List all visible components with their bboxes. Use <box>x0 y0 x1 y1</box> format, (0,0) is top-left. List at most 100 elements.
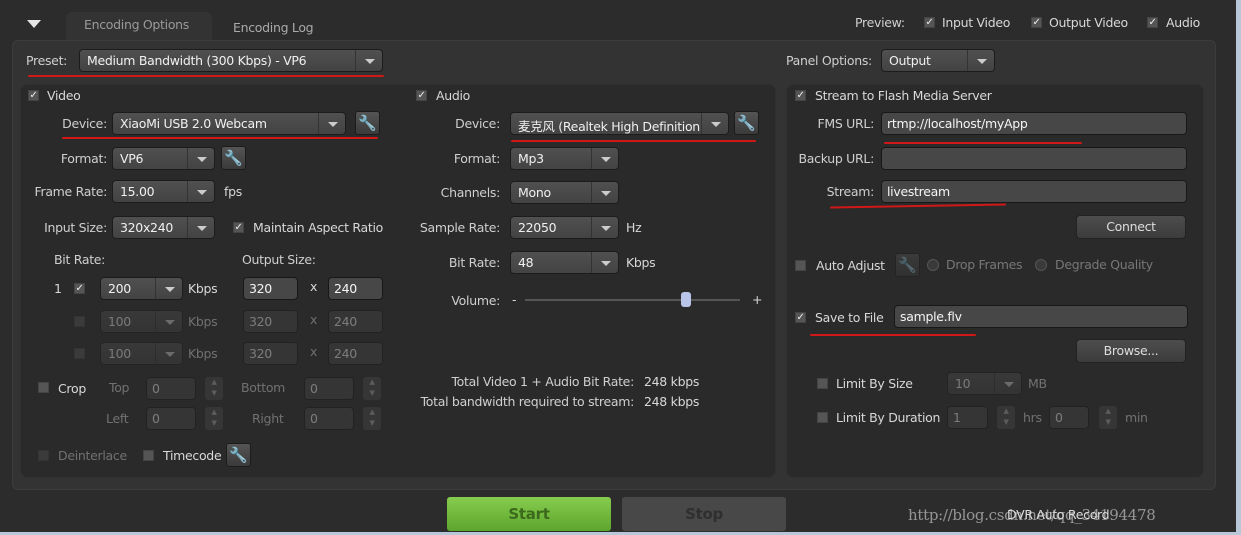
stop-button[interactable]: Stop <box>622 497 786 531</box>
window-border <box>1236 0 1241 535</box>
wrench-icon[interactable]: 🔧 <box>734 111 759 135</box>
limit-size-label: Limit By Size <box>836 376 913 391</box>
video-format-dropdown[interactable]: VP6 <box>112 147 215 170</box>
audio-preview-checkbox[interactable]: ✓ <box>1147 17 1158 28</box>
audio-bit-rate-dropdown[interactable]: 48 <box>510 251 619 274</box>
hours-spinner[interactable]: ▲ ▼ <box>997 406 1015 429</box>
limit-duration-checkbox[interactable] <box>817 412 828 423</box>
hours-input[interactable]: 1 <box>947 406 988 429</box>
stream-input[interactable]: livestream <box>881 180 1187 203</box>
crop-bottom-spinner[interactable]: ▲ ▼ <box>363 377 381 400</box>
kbps-unit: Kbps <box>188 281 218 296</box>
input-video-label: Input Video <box>942 15 1011 30</box>
watermark: http://blog.csdn.net/qq_34194478 <box>908 506 1156 524</box>
channels-dropdown[interactable]: Mono <box>510 181 619 204</box>
input-video-checkbox[interactable]: ✓ <box>924 17 935 28</box>
input-size-dropdown[interactable]: 320x240 <box>112 216 215 239</box>
audio-bit-rate-label: Bit Rate: <box>448 255 500 270</box>
annotation-underline <box>884 142 1082 144</box>
bit-rate-label: Bit Rate: <box>54 252 106 267</box>
crop-top-input[interactable]: 0 <box>146 377 196 400</box>
preset-dropdown[interactable]: Medium Bandwidth (300 Kbps) - VP6 <box>79 49 383 72</box>
connect-button[interactable]: Connect <box>1076 215 1186 239</box>
fms-url-input[interactable]: rtmp://localhost/myApp <box>881 112 1187 135</box>
audio-device-label: Device: <box>455 116 500 131</box>
crop-top-spinner[interactable]: ▲ ▼ <box>205 377 223 400</box>
fps-unit: fps <box>224 184 242 199</box>
crop-left-input[interactable]: 0 <box>146 407 196 430</box>
wrench-icon[interactable]: 🔧 <box>226 443 251 467</box>
start-button[interactable]: Start <box>447 497 611 531</box>
collapse-triangle-icon[interactable] <box>27 20 41 28</box>
crop-left-label: Left <box>106 411 129 426</box>
crop-bottom-input[interactable]: 0 <box>304 377 354 400</box>
size-dropdown[interactable]: 10 <box>947 372 1022 395</box>
bitrate-dropdown[interactable]: 100 <box>100 342 183 365</box>
audio-format-dropdown[interactable]: Mp3 <box>510 147 619 170</box>
sample-rate-dropdown[interactable]: 22050 <box>510 216 619 239</box>
size-value: 10 <box>955 376 971 391</box>
kbps-unit: Kbps <box>626 255 656 270</box>
wrench-icon[interactable]: 🔧 <box>355 111 380 135</box>
stream-fms-checkbox[interactable]: ✓ <box>795 90 806 101</box>
audio-device-dropdown[interactable]: 麦克风 (Realtek High Definition <box>510 112 729 135</box>
volume-slider-thumb[interactable] <box>681 292 692 307</box>
sample-rate-value: 22050 <box>518 220 557 235</box>
times-sign: x <box>310 344 318 359</box>
output-height-input[interactable]: 240 <box>328 310 383 333</box>
backup-url-input[interactable] <box>881 147 1187 170</box>
video-checkbox[interactable]: ✓ <box>28 90 39 101</box>
browse-button[interactable]: Browse... <box>1076 339 1186 363</box>
minutes-input[interactable]: 0 <box>1049 406 1089 429</box>
frame-rate-label: Frame Rate: <box>34 184 108 199</box>
output-width-input[interactable]: 320 <box>243 277 298 300</box>
crop-label: Crop <box>58 381 86 396</box>
bitrate-row-checkbox[interactable]: ✓ <box>74 283 85 294</box>
tab-encoding-options[interactable]: Encoding Options <box>66 12 212 42</box>
bitrate-value: 100 <box>108 346 131 361</box>
maintain-aspect-checkbox[interactable]: ✓ <box>233 222 244 233</box>
bitrate-row-checkbox[interactable] <box>74 348 85 359</box>
output-height-input[interactable]: 240 <box>328 277 383 300</box>
output-height-input[interactable]: 240 <box>328 342 383 365</box>
degrade-quality-radio[interactable] <box>1035 259 1047 271</box>
volume-slider-track[interactable] <box>525 299 740 301</box>
wrench-icon[interactable]: 🔧 <box>895 253 920 277</box>
save-to-file-checkbox[interactable]: ✓ <box>795 312 806 323</box>
crop-right-spinner[interactable]: ▲ ▼ <box>363 407 381 430</box>
video-device-dropdown[interactable]: XiaoMi USB 2.0 Webcam <box>112 112 346 135</box>
crop-left-spinner[interactable]: ▲ ▼ <box>205 407 223 430</box>
crop-right-input[interactable]: 0 <box>304 407 354 430</box>
volume-minus: - <box>512 292 517 307</box>
crop-right-label: Right <box>252 411 284 426</box>
bitrate-dropdown[interactable]: 100 <box>100 310 183 333</box>
file-name-input[interactable]: sample.flv <box>894 305 1188 328</box>
deinterlace-checkbox[interactable] <box>38 450 49 461</box>
frame-rate-value: 15.00 <box>120 184 155 199</box>
video-format-label: Format: <box>60 151 107 166</box>
audio-checkbox[interactable]: ✓ <box>416 90 427 101</box>
hrs-unit: hrs <box>1023 410 1042 425</box>
output-width-input[interactable]: 320 <box>243 342 298 365</box>
audio-format-label: Format: <box>453 151 500 166</box>
auto-adjust-checkbox[interactable] <box>795 260 806 271</box>
degrade-quality-label: Degrade Quality <box>1055 257 1153 272</box>
volume-label: Volume: <box>451 293 500 308</box>
panel-options-dropdown[interactable]: Output <box>881 49 995 72</box>
output-video-label: Output Video <box>1049 15 1128 30</box>
drop-frames-radio[interactable] <box>927 259 939 271</box>
timecode-checkbox[interactable] <box>143 450 154 461</box>
frame-rate-dropdown[interactable]: 15.00 <box>112 180 215 203</box>
output-width-input[interactable]: 320 <box>243 310 298 333</box>
channels-value: Mono <box>518 185 551 200</box>
crop-checkbox[interactable] <box>38 382 49 393</box>
volume-plus: + <box>752 292 763 307</box>
minutes-spinner[interactable]: ▲ ▼ <box>1099 406 1117 429</box>
output-video-checkbox[interactable]: ✓ <box>1031 17 1042 28</box>
bitrate-row-checkbox[interactable] <box>74 316 85 327</box>
wrench-icon[interactable]: 🔧 <box>221 146 246 170</box>
limit-size-checkbox[interactable] <box>817 378 828 389</box>
bitrate-dropdown[interactable]: 200 <box>100 277 183 300</box>
tab-encoding-log[interactable]: Encoding Log <box>233 20 314 35</box>
preview-label: Preview: <box>855 15 905 30</box>
